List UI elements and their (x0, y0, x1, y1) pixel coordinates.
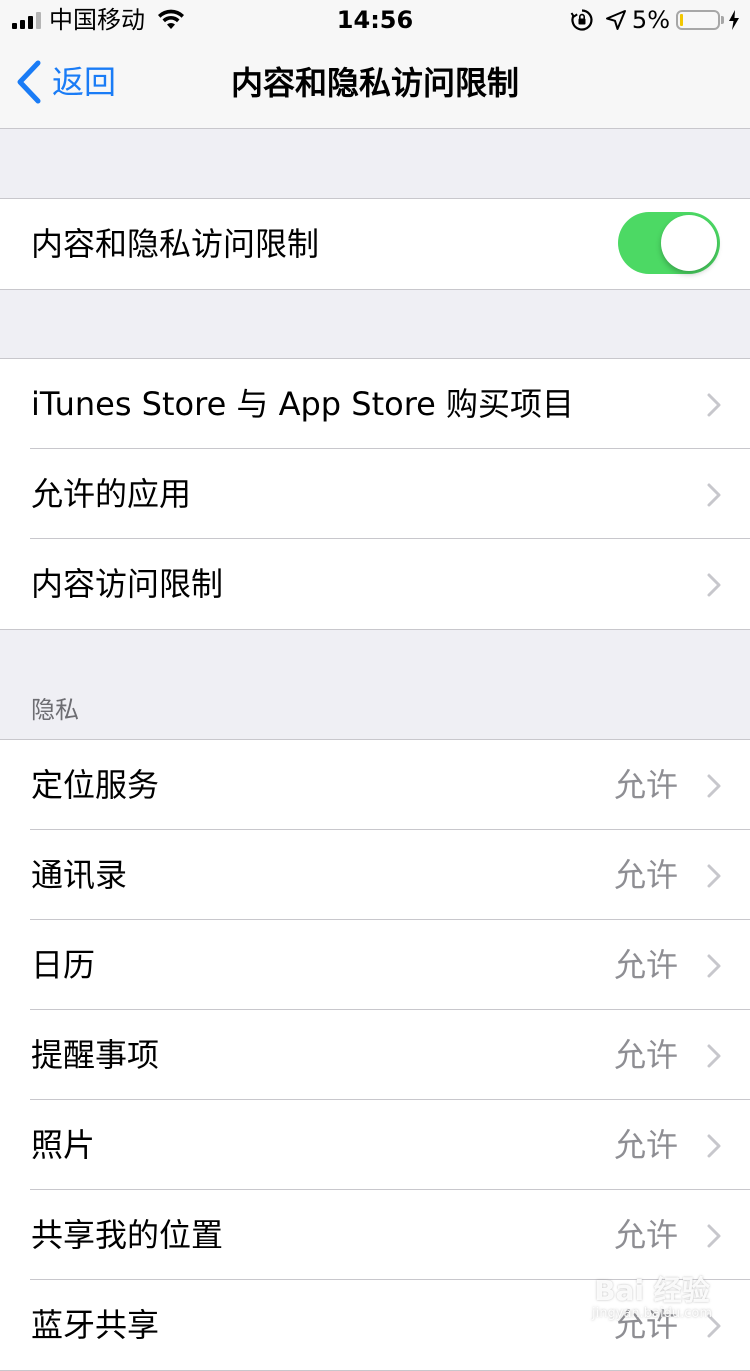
toggle-group: 内容和隐私访问限制 (0, 198, 750, 290)
status-right: 5% (570, 7, 740, 33)
location-services-value: 允许 (613, 766, 678, 804)
calendars-row[interactable]: 日历 允许 (0, 920, 750, 1010)
content-restrictions-label: 内容访问限制 (31, 565, 224, 603)
privacy-group: 定位服务 允许 通讯录 允许 日历 允许 提醒事项 允许 照片 允许 共享我的位… (0, 739, 750, 1371)
share-my-location-row[interactable]: 共享我的位置 允许 (0, 1190, 750, 1280)
chevron-right-icon (707, 483, 721, 507)
orientation-lock-icon (570, 9, 593, 31)
chevron-right-icon (707, 573, 721, 597)
battery-fill (680, 14, 683, 26)
itunes-app-store-purchases-label: iTunes Store 与 App Store 购买项目 (31, 385, 575, 423)
content-privacy-restrictions-label: 内容和隐私访问限制 (31, 225, 320, 263)
battery-percent: 5% (631, 6, 670, 34)
chevron-right-icon (707, 1044, 721, 1068)
reminders-value: 允许 (613, 1036, 678, 1074)
chevron-right-icon (707, 954, 721, 978)
contacts-value: 允许 (613, 856, 678, 894)
chevron-right-icon (707, 1224, 721, 1248)
privacy-section-header: 隐私 (31, 696, 79, 724)
battery-tip (721, 16, 724, 24)
location-icon (605, 10, 626, 30)
chevron-right-icon (707, 864, 721, 888)
status-bar: 中国移动 14:56 5% (0, 0, 750, 40)
calendars-label: 日历 (31, 946, 96, 984)
share-my-location-value: 允许 (613, 1216, 678, 1254)
navigation-bar: 返回 内容和隐私访问限制 (0, 40, 750, 129)
contacts-label: 通讯录 (31, 856, 128, 894)
itunes-app-store-purchases-row[interactable]: iTunes Store 与 App Store 购买项目 (0, 359, 750, 449)
chevron-right-icon (707, 393, 721, 417)
bluetooth-sharing-value: 允许 (613, 1306, 678, 1344)
location-services-row[interactable]: 定位服务 允许 (0, 740, 750, 830)
bluetooth-sharing-row[interactable]: 蓝牙共享 允许 (0, 1280, 750, 1370)
content-restrictions-row[interactable]: 内容访问限制 (0, 539, 750, 629)
battery-icon (676, 10, 720, 30)
contacts-row[interactable]: 通讯录 允许 (0, 830, 750, 920)
content-privacy-restrictions-row: 内容和隐私访问限制 (0, 199, 750, 289)
chevron-right-icon (707, 774, 721, 798)
location-services-label: 定位服务 (31, 766, 160, 804)
reminders-row[interactable]: 提醒事项 允许 (0, 1010, 750, 1100)
photos-label: 照片 (31, 1126, 96, 1164)
allowed-apps-label: 允许的应用 (31, 475, 192, 513)
photos-value: 允许 (613, 1126, 678, 1164)
share-my-location-label: 共享我的位置 (31, 1216, 224, 1254)
chevron-right-icon (707, 1314, 721, 1338)
photos-row[interactable]: 照片 允许 (0, 1100, 750, 1190)
toggle-knob (661, 215, 717, 271)
page-title: 内容和隐私访问限制 (230, 64, 519, 102)
calendars-value: 允许 (613, 946, 678, 984)
allowed-apps-row[interactable]: 允许的应用 (0, 449, 750, 539)
restrictions-menu-group: iTunes Store 与 App Store 购买项目 允许的应用 内容访问… (0, 358, 750, 630)
reminders-label: 提醒事项 (31, 1036, 160, 1074)
charging-icon (729, 10, 739, 30)
bluetooth-sharing-label: 蓝牙共享 (31, 1306, 160, 1344)
chevron-right-icon (707, 1134, 721, 1158)
content-privacy-restrictions-toggle[interactable] (618, 212, 720, 274)
